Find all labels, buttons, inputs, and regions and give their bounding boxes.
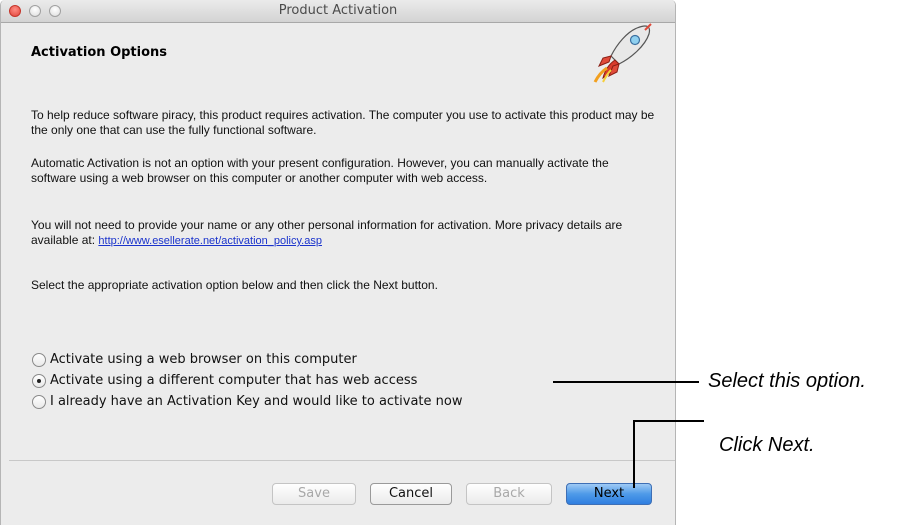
click-next-callout-line-horizontal — [633, 420, 704, 422]
option-label: I already have an Activation Key and wou… — [50, 394, 463, 409]
option-web-browser-this-computer[interactable]: Activate using a web browser on this com… — [32, 349, 462, 370]
cancel-button[interactable]: Cancel — [370, 483, 452, 505]
configuration-paragraph: Automatic Activation is not an option wi… — [31, 156, 609, 185]
click-next-callout-line-vertical — [633, 420, 635, 488]
product-activation-window: Product Activation Activation Options To… — [0, 0, 676, 525]
option-different-computer[interactable]: Activate using a different computer that… — [32, 370, 462, 391]
title-bar[interactable]: Product Activation — [1, 0, 675, 23]
select-option-callout: Select this option. — [708, 370, 866, 392]
radio-button-icon[interactable] — [32, 394, 46, 409]
back-button[interactable]: Back — [466, 483, 552, 505]
rocket-icon — [585, 22, 655, 88]
window-title: Product Activation — [278, 3, 398, 18]
privacy-policy-link[interactable]: http://www.esellerate.net/activation_pol… — [98, 235, 322, 247]
option-have-activation-key[interactable]: I already have an Activation Key and wou… — [32, 391, 462, 412]
activation-options-group: Activate using a web browser on this com… — [32, 349, 462, 412]
privacy-paragraph: You will not need to provide your name o… — [31, 218, 656, 249]
option-label: Activate using a web browser on this com… — [50, 352, 357, 367]
option-label: Activate using a different computer that… — [50, 373, 418, 388]
section-heading: Activation Options — [31, 45, 168, 60]
footer-divider — [9, 460, 675, 461]
click-next-callout: Click Next. — [719, 434, 815, 456]
radio-button-icon[interactable] — [32, 373, 46, 388]
next-button[interactable]: Next — [566, 483, 652, 505]
save-button[interactable]: Save — [272, 483, 356, 505]
intro-paragraph: To help reduce software piracy, this pro… — [31, 108, 655, 137]
select-option-callout-line — [553, 381, 699, 383]
instruction-paragraph: Select the appropriate activation option… — [31, 278, 438, 292]
radio-button-icon[interactable] — [32, 352, 46, 367]
